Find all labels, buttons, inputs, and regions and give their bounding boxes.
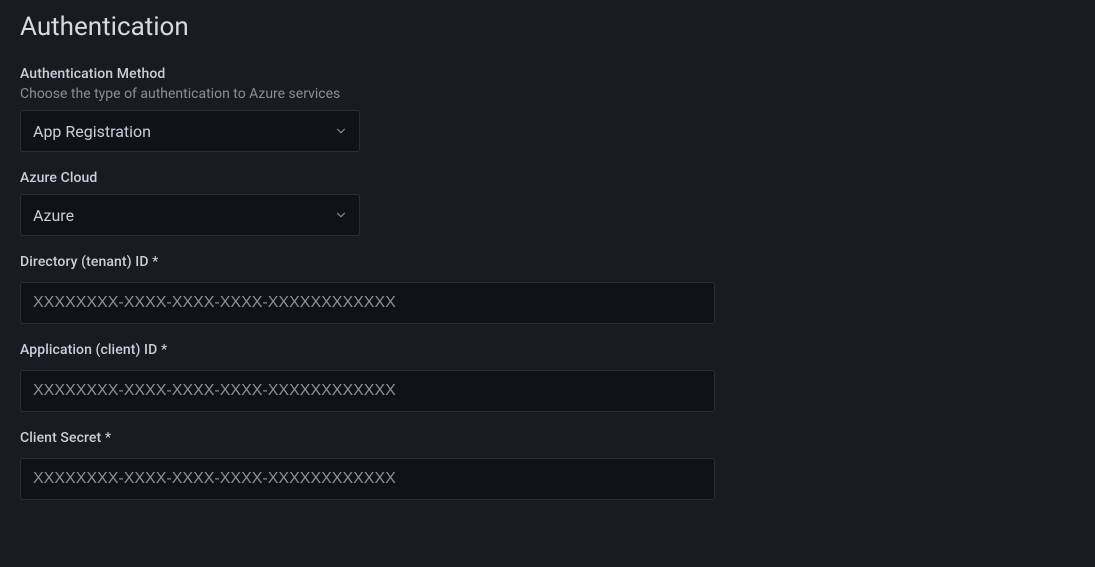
tenant-id-label: Directory (tenant) ID *: [20, 254, 1075, 270]
auth-method-value: App Registration: [33, 122, 151, 141]
azure-cloud-label: Azure Cloud: [20, 170, 1075, 186]
auth-method-description: Choose the type of authentication to Azu…: [20, 86, 1075, 102]
azure-cloud-select[interactable]: Azure: [20, 194, 360, 236]
azure-cloud-group: Azure Cloud Azure: [20, 170, 1075, 236]
client-id-label: Application (client) ID *: [20, 342, 1075, 358]
auth-method-group: Authentication Method Choose the type of…: [20, 66, 1075, 152]
client-secret-input[interactable]: [20, 458, 715, 500]
client-id-group: Application (client) ID *: [20, 342, 1075, 412]
tenant-id-input[interactable]: [20, 282, 715, 324]
tenant-id-group: Directory (tenant) ID *: [20, 254, 1075, 324]
client-id-input[interactable]: [20, 370, 715, 412]
auth-method-select[interactable]: App Registration: [20, 110, 360, 152]
client-secret-group: Client Secret *: [20, 430, 1075, 500]
auth-method-label: Authentication Method: [20, 66, 1075, 82]
azure-cloud-value: Azure: [33, 206, 74, 225]
section-title: Authentication: [20, 12, 1075, 42]
client-secret-label: Client Secret *: [20, 430, 1075, 446]
